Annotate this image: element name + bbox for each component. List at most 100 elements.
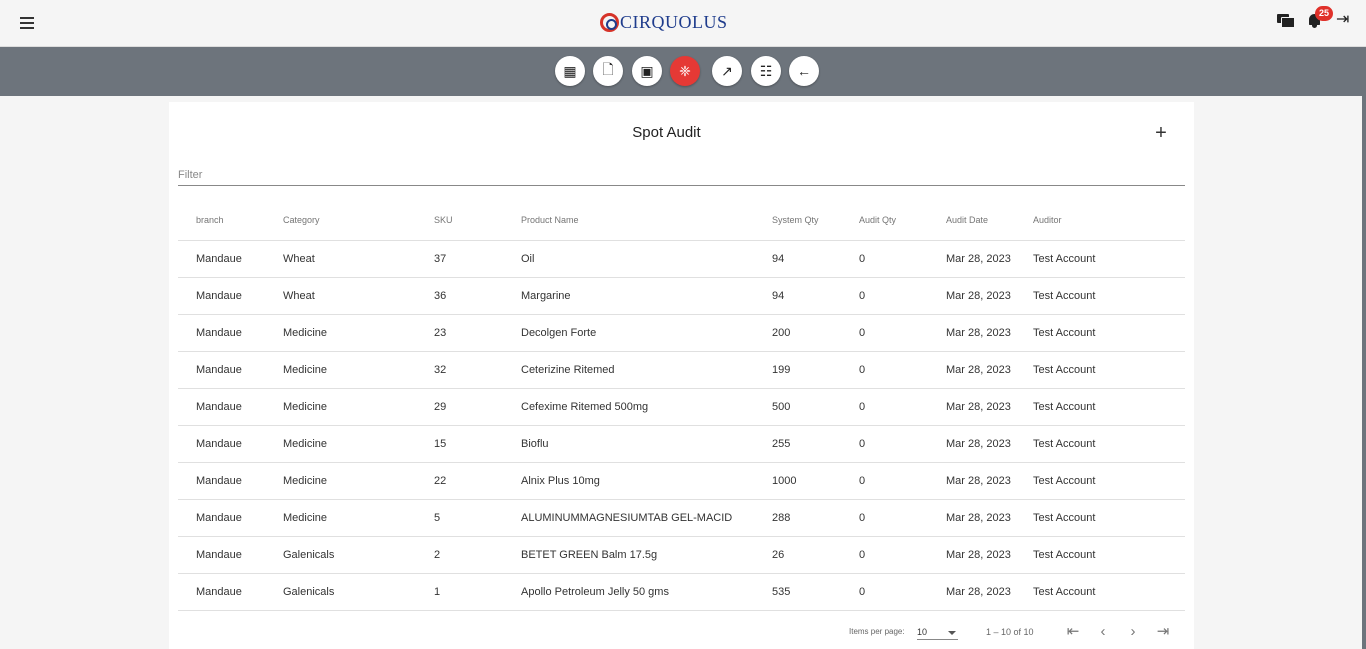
cell-product-name: Decolgen Forte: [521, 327, 597, 339]
cell-audit-qty: 0: [859, 253, 866, 265]
dropdown-caret-icon: [948, 631, 956, 635]
logout-icon[interactable]: ⇥: [1336, 11, 1354, 29]
cell-audit-date: Mar 28, 2023: [946, 438, 1011, 450]
table-row[interactable]: Mandaue Medicine 5 ALUMINUMMAGNESIUMTAB GEL…: [178, 500, 1185, 537]
add-audit-button[interactable]: +: [1152, 122, 1170, 144]
top-right-actions: 25 ⇥: [1276, 6, 1354, 29]
cell-system-qty: 94: [772, 253, 785, 265]
cell-system-qty: 1000: [772, 475, 797, 487]
cell-auditor: Test Account: [1033, 364, 1096, 376]
cell-auditor: Test Account: [1033, 290, 1096, 302]
cell-product-name: Ceterizine Ritemed: [521, 364, 615, 376]
cell-system-qty: 535: [772, 586, 791, 598]
cell-system-qty: 26: [772, 549, 785, 561]
cell-category: Medicine: [283, 401, 328, 413]
notifications-bell-icon[interactable]: 25: [1306, 6, 1333, 29]
documents-icon[interactable]: 🗋: [593, 56, 623, 86]
cell-audit-date: Mar 28, 2023: [946, 327, 1011, 339]
page-size-value: 10: [917, 627, 928, 637]
column-header-category[interactable]: Category: [283, 215, 434, 225]
cell-audit-qty: 0: [859, 438, 866, 450]
cell-auditor: Test Account: [1033, 586, 1096, 598]
cell-category: Medicine: [283, 327, 328, 339]
cell-branch: Mandaue: [196, 438, 242, 450]
next-page-icon[interactable]: ›: [1124, 623, 1142, 641]
page-size-select[interactable]: 10: [917, 624, 958, 640]
cell-system-qty: 500: [772, 401, 791, 413]
column-header-branch[interactable]: branch: [178, 215, 283, 225]
cell-audit-date: Mar 28, 2023: [946, 290, 1011, 302]
module-toolbar: ▦ 🗋 ▣ ❈ ↗ ☷ ←: [0, 47, 1366, 96]
cell-audit-date: Mar 28, 2023: [946, 401, 1011, 413]
trending-icon[interactable]: ↗: [712, 56, 742, 86]
audit-icon[interactable]: ❈: [670, 56, 700, 86]
cell-system-qty: 255: [772, 438, 791, 450]
cell-product-name: Apollo Petroleum Jelly 50 gms: [521, 586, 669, 598]
top-app-bar: CIRQUOLUS 25 ⇥: [0, 0, 1366, 47]
items-per-page-label: Items per page:: [849, 627, 905, 636]
cash-icon[interactable]: ▣: [632, 56, 662, 86]
cell-auditor: Test Account: [1033, 475, 1096, 487]
cell-sku: 29: [434, 401, 447, 413]
cell-audit-date: Mar 28, 2023: [946, 549, 1011, 561]
spot-audit-card: Spot Audit + branch Category SKU Product…: [169, 102, 1194, 649]
dashboard-icon[interactable]: ▦: [555, 56, 585, 86]
cell-system-qty: 200: [772, 327, 791, 339]
cell-branch: Mandaue: [196, 253, 242, 265]
chat-icon[interactable]: [1276, 11, 1295, 29]
previous-page-icon[interactable]: ‹: [1094, 623, 1112, 641]
cell-product-name: Bioflu: [521, 438, 549, 450]
table-row[interactable]: Mandaue Medicine 23 Decolgen Forte 200 0 Mar 2…: [178, 315, 1185, 352]
cell-audit-date: Mar 28, 2023: [946, 475, 1011, 487]
cell-sku: 36: [434, 290, 447, 302]
cell-category: Medicine: [283, 364, 328, 376]
cell-audit-date: Mar 28, 2023: [946, 512, 1011, 524]
table-row[interactable]: Mandaue Galenicals 2 BETET GREEN Balm 17.5g…: [178, 537, 1185, 574]
cell-auditor: Test Account: [1033, 512, 1096, 524]
column-header-system-qty[interactable]: System Qty: [772, 215, 859, 225]
filter-input[interactable]: [178, 164, 1185, 186]
table-row[interactable]: Mandaue Medicine 22 Alnix Plus 10mg 1000 0 Mar…: [178, 463, 1185, 500]
table-row[interactable]: Mandaue Galenicals 1 Apollo Petroleum Jelly…: [178, 574, 1185, 611]
first-page-icon[interactable]: ⇤: [1064, 623, 1082, 641]
column-header-audit-date[interactable]: Audit Date: [946, 215, 1033, 225]
cell-system-qty: 94: [772, 290, 785, 302]
cell-auditor: Test Account: [1033, 438, 1096, 450]
app-logo[interactable]: CIRQUOLUS: [600, 12, 728, 33]
cell-audit-qty: 0: [859, 327, 866, 339]
table-row[interactable]: Mandaue Medicine 29 Cefexime Ritemed 500mg 5…: [178, 389, 1185, 426]
page-title: Spot Audit: [632, 124, 701, 141]
cell-audit-qty: 0: [859, 290, 866, 302]
cell-product-name: Oil: [521, 253, 535, 265]
cell-audit-qty: 0: [859, 549, 866, 561]
logo-mark-icon: [600, 13, 619, 32]
column-header-auditor[interactable]: Auditor: [1033, 215, 1185, 225]
cell-sku: 32: [434, 364, 447, 376]
cell-auditor: Test Account: [1033, 253, 1096, 265]
hamburger-menu-icon[interactable]: [17, 13, 37, 33]
cell-system-qty: 199: [772, 364, 791, 376]
cell-product-name: Alnix Plus 10mg: [521, 475, 600, 487]
table-row[interactable]: Mandaue Medicine 15 Bioflu 255 0 Mar 28, 2023 T…: [178, 426, 1185, 463]
last-page-icon[interactable]: ⇥: [1154, 623, 1172, 641]
cell-product-name: Margarine: [521, 290, 571, 302]
table-row[interactable]: Mandaue Medicine 32 Ceterizine Ritemed 199 0 M…: [178, 352, 1185, 389]
table-header-row: branch Category SKU Product Name System …: [178, 200, 1185, 241]
cell-branch: Mandaue: [196, 327, 242, 339]
column-header-audit-qty[interactable]: Audit Qty: [859, 215, 946, 225]
column-header-sku[interactable]: SKU: [434, 215, 521, 225]
scrollbar[interactable]: [1362, 47, 1366, 649]
cell-branch: Mandaue: [196, 290, 242, 302]
back-arrow-icon[interactable]: ←: [789, 56, 819, 86]
audit-table: branch Category SKU Product Name System …: [178, 200, 1185, 611]
cell-sku: 23: [434, 327, 447, 339]
apps-grid-icon[interactable]: ☷: [751, 56, 781, 86]
cell-category: Galenicals: [283, 586, 335, 598]
cell-sku: 1: [434, 586, 441, 598]
cell-branch: Mandaue: [196, 401, 242, 413]
table-row[interactable]: Mandaue Wheat 36 Margarine 94 0 Mar 28, 2023 Te…: [178, 278, 1185, 315]
cell-system-qty: 288: [772, 512, 791, 524]
column-header-product-name[interactable]: Product Name: [521, 215, 772, 225]
table-row[interactable]: Mandaue Wheat 37 Oil 94 0 Mar 28, 2023 Test Acc…: [178, 241, 1185, 278]
cell-branch: Mandaue: [196, 586, 242, 598]
